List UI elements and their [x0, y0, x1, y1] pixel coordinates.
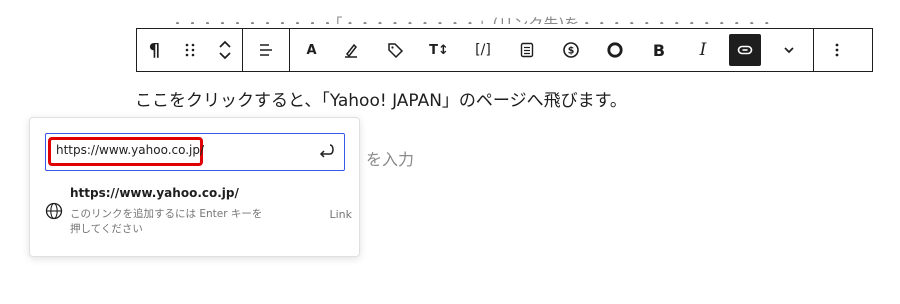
text-color-glyph: A: [306, 42, 317, 58]
chevron-down: [784, 47, 794, 54]
paragraph-glyph: ¶: [148, 39, 161, 61]
suggestion-title: https://www.yahoo.co.jp/: [70, 186, 239, 200]
italic-glyph: I: [699, 40, 707, 60]
code-glyph: [/]: [475, 42, 491, 58]
bold-glyph: B: [652, 40, 666, 60]
text-color-icon[interactable]: A: [294, 29, 329, 71]
block-controls-group: ¶: [137, 29, 243, 71]
font-size-icon[interactable]: T↕: [417, 29, 461, 71]
currency-icon[interactable]: $: [549, 29, 593, 71]
footnote-icon[interactable]: [505, 29, 549, 71]
suggestion-description: このリンクを追加するには Enter キーを押してください: [70, 208, 263, 235]
block-toolbar: ¶ A T↕ [/] $ B I: [136, 28, 873, 72]
more-options-icon[interactable]: [814, 29, 860, 71]
circle-icon[interactable]: [593, 29, 637, 71]
align-lines: [260, 44, 272, 56]
chevrons-up-down: [218, 40, 231, 60]
italic-button[interactable]: I: [681, 29, 725, 71]
suggestion-type: Link: [329, 208, 352, 221]
move-up-down-icon[interactable]: [207, 29, 242, 71]
pen-highlight: [345, 43, 357, 58]
link-button[interactable]: [729, 34, 761, 66]
tag-icon[interactable]: [373, 29, 417, 71]
inline-code-icon[interactable]: [/]: [461, 29, 505, 71]
bold-button[interactable]: B: [637, 29, 681, 71]
drag-handle-icon[interactable]: [172, 29, 207, 71]
url-input-wrapper: [45, 133, 345, 171]
coin-dollar: $: [563, 42, 579, 58]
paragraph-icon[interactable]: ¶: [137, 29, 172, 71]
highlight-icon[interactable]: [329, 29, 373, 71]
font-size-glyph: T↕: [429, 42, 449, 58]
ring: [607, 42, 623, 58]
url-input[interactable]: [56, 143, 296, 157]
globe-icon: [45, 202, 63, 220]
link-popover: https://www.yahoo.co.jp/ このリンクを追加するには En…: [29, 117, 360, 257]
paragraph-text[interactable]: ここをクリックすると、「Yahoo! JAPAN」のページへ飛びます。: [135, 86, 627, 111]
svg-text:$: $: [568, 46, 575, 57]
submit-enter-icon[interactable]: [316, 142, 336, 162]
document-lines: [520, 42, 534, 58]
background-placeholder: を入力: [366, 150, 415, 169]
link-icon: [737, 45, 753, 55]
background-text-top: ・・・・・・・・・・・「・・・・・・・・・」(リンク先)を・・・・・・・・・・・…: [170, 16, 774, 24]
drag-dots: [185, 43, 194, 57]
more-formats-chevron-down-icon[interactable]: [765, 29, 813, 71]
options-group: [814, 29, 860, 71]
align-left-icon[interactable]: [243, 29, 289, 71]
vertical-dots: [835, 43, 839, 57]
tag-shape: [388, 43, 404, 59]
format-group: A T↕ [/] $ B I: [290, 29, 814, 71]
link-suggestion-item[interactable]: https://www.yahoo.co.jp/ このリンクを追加するには En…: [42, 184, 352, 240]
align-group: [243, 29, 290, 71]
